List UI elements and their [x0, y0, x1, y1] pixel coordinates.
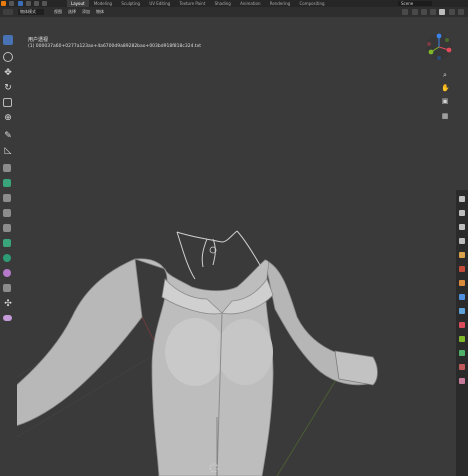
knife-tool-icon[interactable] [3, 239, 11, 247]
tool-props-icon[interactable] [459, 196, 465, 202]
transform-tool-icon[interactable]: ⊕ [3, 113, 13, 123]
rip-tool-icon[interactable] [3, 315, 12, 321]
viewport-header-controls [400, 9, 464, 15]
tab-workspace[interactable]: Rendering [266, 0, 294, 7]
tab-workspace[interactable]: Texture Paint [175, 0, 209, 7]
tab-workspace[interactable]: UV Editing [145, 0, 174, 7]
tab-workspace[interactable]: Sculpting [117, 0, 144, 7]
pan-hand-icon[interactable]: ✋ [441, 84, 450, 92]
y-axis-icon [428, 49, 434, 55]
x-axis-icon [446, 47, 452, 53]
editor-type-button[interactable] [3, 9, 13, 15]
navigation-gizmo[interactable] [424, 32, 454, 62]
menu-object[interactable]: 物体 [96, 7, 104, 17]
rotate-tool-icon[interactable]: ↻ [3, 83, 13, 93]
constraints-props-icon[interactable] [459, 336, 465, 342]
extrude-tool-icon[interactable] [3, 179, 11, 187]
blender-logo-icon[interactable] [1, 1, 6, 6]
texture-props-icon[interactable] [459, 378, 465, 384]
camera-view-icon[interactable]: ▣ [441, 97, 449, 105]
polybuild-tool-icon[interactable] [3, 254, 11, 262]
object-props-icon[interactable] [459, 280, 465, 286]
scene-selector[interactable]: Scene [398, 1, 432, 6]
inset-tool-icon[interactable] [3, 194, 11, 202]
menu-select[interactable]: 选择 [68, 7, 76, 17]
snap-icon[interactable] [34, 1, 40, 6]
active-object-info: (1) 000037a60+0277a123ao+4a6700d9a89282b… [28, 44, 202, 49]
blender-window: Layout Modeling Sculpting UV Editing Tex… [0, 0, 468, 476]
modifier-props-icon[interactable] [459, 294, 465, 300]
overlays-icon[interactable] [420, 9, 427, 15]
3d-viewport[interactable] [17, 17, 456, 476]
menu-view[interactable]: 视图 [54, 7, 62, 17]
file-menu-icon[interactable] [9, 1, 15, 6]
physics-props-icon[interactable] [459, 322, 465, 328]
bust-right [217, 319, 273, 385]
viewport-header: 物体模式 视图 选择 添加 物体 [0, 7, 468, 17]
tab-workspace[interactable]: Modeling [90, 0, 116, 7]
data-props-icon[interactable] [459, 350, 465, 356]
scene-props-icon[interactable] [459, 252, 465, 258]
move-tool-icon[interactable]: ✥ [3, 68, 13, 78]
world-props-icon[interactable] [459, 266, 465, 272]
particles-props-icon[interactable] [459, 308, 465, 314]
scene-name: Scene [401, 1, 414, 6]
view-layer-props-icon[interactable] [459, 238, 465, 244]
output-props-icon[interactable] [459, 224, 465, 230]
top-menu-bar: Layout Modeling Sculpting UV Editing Tex… [0, 0, 468, 7]
gizmo-toggle-icon[interactable] [411, 9, 418, 15]
shear-tool-icon[interactable]: ✣ [3, 299, 13, 309]
tab-workspace[interactable]: Layout [66, 0, 89, 7]
bevel-tool-icon[interactable] [3, 209, 11, 217]
scale-tool-icon[interactable] [3, 98, 12, 107]
shading-solid-icon[interactable] [439, 9, 446, 15]
shading-rendered-icon[interactable] [458, 9, 464, 15]
smooth-tool-icon[interactable] [3, 284, 11, 292]
tool-shelf: ✥ ↻ ⊕ ✎ ◺ ✣ [0, 31, 17, 331]
material-props-icon[interactable] [459, 364, 465, 370]
shading-material-icon[interactable] [448, 9, 455, 15]
tab-workspace[interactable]: Shading [211, 0, 235, 7]
mode-select[interactable]: 物体模式 [18, 9, 44, 15]
render-props-icon[interactable] [459, 210, 465, 216]
bust-left [165, 318, 225, 386]
visibility-icon[interactable] [402, 9, 409, 15]
spin-tool-icon[interactable] [3, 269, 11, 277]
tab-workspace[interactable]: Animation [236, 0, 264, 7]
measure-tool-icon[interactable]: ◺ [3, 146, 13, 156]
editor-type-icon[interactable] [17, 1, 23, 6]
perspective-toggle-icon[interactable]: ▦ [441, 112, 449, 120]
annotate-tool-icon[interactable]: ✎ [3, 131, 13, 141]
z-axis-icon [436, 33, 442, 39]
loopcut-tool-icon[interactable] [3, 224, 11, 232]
tab-workspace[interactable]: Compositing [296, 0, 329, 7]
menu-add[interactable]: 添加 [82, 7, 90, 17]
add-cube-tool-icon[interactable] [3, 164, 11, 172]
view-name: 用户透视 [28, 37, 49, 43]
mode-icon[interactable] [25, 1, 31, 6]
cursor-tool-icon[interactable] [3, 52, 13, 62]
zoom-icon[interactable]: ⌕ [441, 71, 449, 79]
properties-tab-strip [456, 190, 468, 476]
xray-icon[interactable] [430, 9, 437, 15]
mode-label: 物体模式 [20, 9, 36, 14]
overlay-icon[interactable] [42, 1, 48, 6]
select-tool-icon[interactable] [3, 35, 13, 45]
